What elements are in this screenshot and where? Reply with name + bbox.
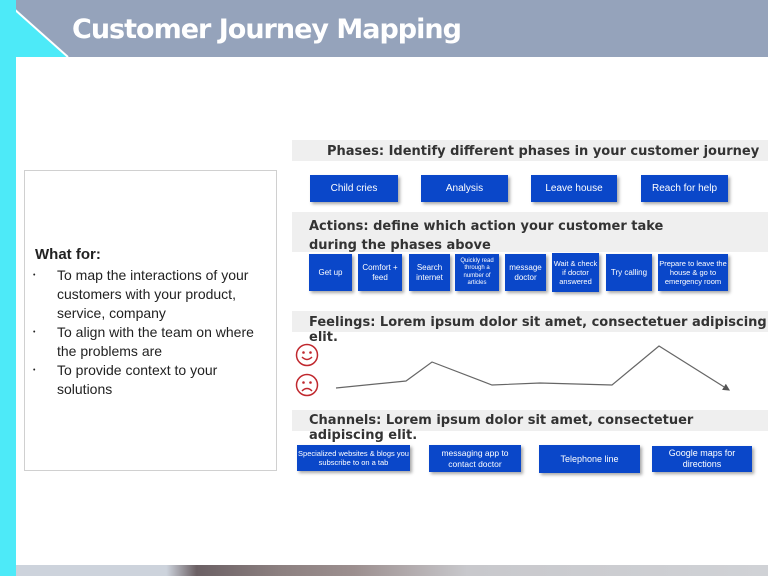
left-accent-strip (0, 0, 16, 576)
channel-telephone-line[interactable]: Telephone line (539, 445, 640, 473)
phase-analysis[interactable]: Analysis (421, 175, 508, 202)
what-for-heading: What for: (35, 246, 101, 263)
what-for-list: To map the interactions of your customer… (33, 266, 268, 399)
action-prepare-leave[interactable]: Prepare to leave the house & go to emerg… (658, 254, 728, 291)
phases-heading: Phases: Identify different phases in you… (292, 140, 768, 161)
channel-google-maps[interactable]: Google maps for directions (652, 446, 752, 472)
feelings-heading: Feelings: Lorem ipsum dolor sit amet, co… (292, 311, 768, 345)
action-wait-check[interactable]: Wait & check if doctor answered (552, 253, 599, 292)
list-item: To map the interactions of your customer… (33, 266, 268, 323)
action-get-up[interactable]: Get up (309, 254, 352, 291)
phase-child-cries[interactable]: Child cries (310, 175, 398, 202)
happy-face-icon (295, 343, 319, 367)
channels-heading: Channels: Lorem ipsum dolor sit amet, co… (292, 410, 768, 443)
actions-heading: Actions: define which action your custom… (292, 212, 768, 253)
channel-messaging-app[interactable]: messaging app to contact doctor (429, 445, 521, 472)
what-for-panel: What for: To map the interactions of you… (24, 170, 277, 471)
channel-websites-blogs[interactable]: Specialized websites & blogs you subscri… (297, 445, 410, 471)
action-try-calling[interactable]: Try calling (606, 254, 652, 291)
action-search-internet[interactable]: Search internet (409, 254, 450, 291)
sad-face-icon (295, 373, 319, 397)
action-comfort-feed[interactable]: Comfort + feed (358, 254, 402, 291)
footer-image-strip (16, 565, 768, 576)
action-quickly-read[interactable]: Quickly read through a number of article… (455, 254, 499, 291)
phase-leave-house[interactable]: Leave house (531, 175, 617, 202)
action-message-doctor[interactable]: message doctor (505, 254, 546, 291)
list-item: To align with the team on where the prob… (33, 323, 268, 361)
feelings-line (335, 345, 731, 391)
page-title: Customer Journey Mapping (72, 14, 462, 45)
list-item: To provide context to your solutions (33, 361, 268, 399)
phase-reach-for-help[interactable]: Reach for help (641, 175, 728, 202)
